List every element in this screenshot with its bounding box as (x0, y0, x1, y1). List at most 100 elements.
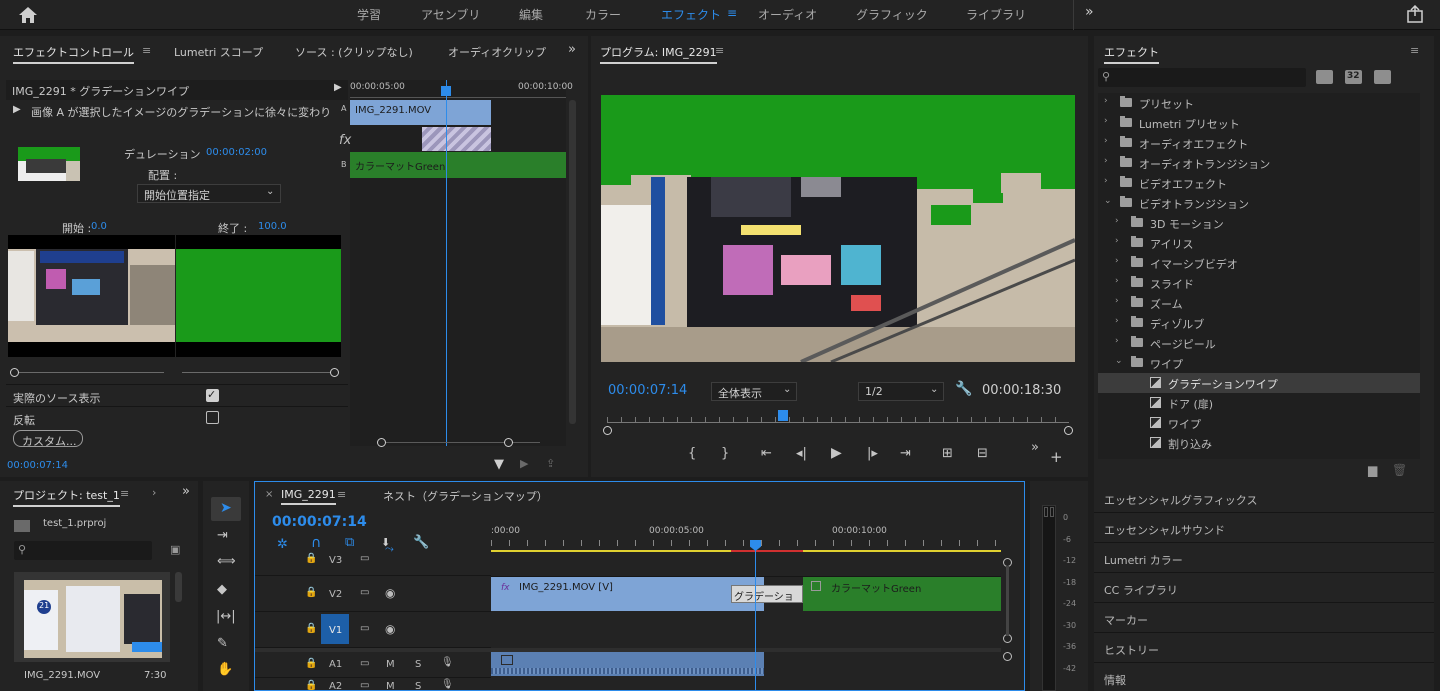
reverse-checkbox[interactable] (206, 411, 219, 424)
sync-lock-icon[interactable]: ▭ (360, 658, 369, 669)
effects-tree-item[interactable]: グラデーションワイプ (1098, 373, 1420, 393)
mute-button[interactable]: M (386, 681, 395, 691)
tab-learn[interactable]: 学習 (357, 6, 381, 23)
go-to-in-icon[interactable]: ⇤ (761, 446, 772, 461)
chevron-right-icon[interactable]: › (152, 486, 156, 499)
home-icon[interactable] (18, 6, 38, 24)
more-controls-icon[interactable]: » (1031, 440, 1039, 455)
effects-tree-item[interactable]: 割り込み (1098, 433, 1420, 453)
chevron-right-icon[interactable]: › (1115, 336, 1119, 346)
chevron-right-icon[interactable]: › (1115, 216, 1119, 226)
collapsed-panel-header[interactable]: Lumetri カラー (1094, 543, 1434, 573)
program-title[interactable]: プログラム: IMG_2291 (600, 44, 717, 64)
mark-out-icon[interactable]: } (721, 446, 729, 461)
collapsed-panel-header[interactable]: エッセンシャルグラフィックス (1094, 483, 1434, 513)
mute-button[interactable]: M (386, 659, 395, 670)
tab-libraries[interactable]: ライブラリ (966, 6, 1026, 23)
lock-icon[interactable]: 🔒 (305, 658, 317, 669)
effects-tree-item[interactable]: › オーディオトランジション (1098, 153, 1420, 173)
chevron-right-icon[interactable]: › (1104, 176, 1108, 186)
effects-tree-item[interactable]: › ビデオエフェクト (1098, 173, 1420, 193)
lock-icon[interactable]: 🔒 (305, 587, 317, 598)
close-icon[interactable]: × (265, 489, 273, 500)
selection-tool[interactable]: ➤ (211, 497, 241, 521)
collapsed-panel-header[interactable]: マーカー (1094, 603, 1434, 633)
tab-audio-clip[interactable]: オーディオクリップ (448, 44, 546, 60)
tab-lumetri-scopes[interactable]: Lumetri スコープ (174, 44, 263, 60)
effects-tree-item[interactable]: ⌄ ビデオトランジション (1098, 193, 1420, 213)
sync-lock-icon[interactable]: ▭ (360, 587, 369, 598)
play-icon[interactable]: ▶ (831, 445, 842, 461)
timeline-tab-nested[interactable]: ネスト（グラデーションマップ） (383, 488, 548, 504)
clip-color-matte[interactable]: カラーマットGreen (803, 577, 1001, 611)
collapsed-panel-header[interactable]: エッセンシャルサウンド (1094, 513, 1434, 543)
more-panels-icon[interactable]: » (568, 42, 576, 57)
effects-tree-item[interactable]: › 3D モーション (1098, 213, 1420, 233)
settings-wrench-icon[interactable]: 🔧 (955, 381, 972, 397)
timeline-tab[interactable]: IMG_2291 (281, 488, 336, 505)
play-audio-icon[interactable]: ▶ (520, 457, 528, 470)
tab-color[interactable]: カラー (585, 6, 621, 23)
chevron-right-icon[interactable]: › (1104, 136, 1108, 146)
mini-zoom-right-handle[interactable] (504, 438, 513, 447)
lock-icon[interactable]: 🔒 (305, 680, 317, 691)
chevron-right-icon[interactable]: › (1115, 316, 1119, 326)
zoom-left-handle[interactable] (603, 426, 612, 435)
effects-tree-item[interactable]: › Lumetri プリセット (1098, 113, 1420, 133)
effects-tree-item[interactable]: › オーディオエフェクト (1098, 133, 1420, 153)
effects-tree-item[interactable]: › ズーム (1098, 293, 1420, 313)
sync-lock-icon[interactable]: ▭ (360, 553, 369, 564)
scroll-handle[interactable] (1003, 652, 1012, 661)
lock-icon[interactable]: 🔒 (305, 553, 317, 564)
delete-icon[interactable]: 🗑 (1392, 463, 1407, 477)
scrollbar[interactable] (1006, 566, 1009, 636)
chevron-right-icon[interactable]: › (1115, 296, 1119, 306)
chevron-right-icon[interactable]: › (1115, 236, 1119, 246)
panel-menu-icon[interactable]: ≡ (1410, 44, 1419, 57)
chevron-right-icon[interactable]: › (1104, 96, 1108, 106)
eye-icon[interactable]: ◉ (385, 586, 395, 600)
chevron-right-icon[interactable]: › (1104, 116, 1108, 126)
share-icon[interactable] (1406, 5, 1424, 23)
chevron-right-icon[interactable]: › (1115, 276, 1119, 286)
tab-effects[interactable]: エフェクト (661, 6, 721, 23)
tab-source[interactable]: ソース : (クリップなし) (295, 44, 413, 60)
more-panels-icon[interactable]: » (182, 484, 190, 499)
timeline-playhead[interactable] (755, 540, 756, 691)
ripple-edit-icon[interactable]: ⟺ (217, 554, 236, 569)
sync-lock-icon[interactable]: ▭ (360, 680, 369, 691)
chevron-down-icon[interactable]: ⌄ (1115, 356, 1123, 366)
solo-button[interactable]: S (415, 681, 421, 691)
effects-title[interactable]: エフェクト (1104, 44, 1159, 64)
effects-tree-item[interactable]: ドア (扉) (1098, 393, 1420, 413)
filter-icon[interactable]: ▼ (494, 457, 504, 472)
mini-playhead-handle[interactable] (441, 86, 451, 96)
scrollbar[interactable] (569, 100, 576, 424)
hand-icon[interactable]: ✋ (217, 662, 233, 677)
workspace-menu-icon[interactable]: ≡ (727, 6, 737, 20)
sync-lock-icon[interactable]: ▭ (360, 623, 369, 634)
32bit-effects-icon[interactable]: 32 (1345, 70, 1362, 84)
transition-gradient-wipe[interactable]: グラデーショ (731, 585, 803, 603)
duration-value[interactable]: 00:00:02:00 (206, 147, 267, 158)
tab-assembly[interactable]: アセンブリ (421, 6, 480, 23)
lock-icon[interactable]: 🔒 (305, 623, 317, 634)
timeline-timecode[interactable]: 00:00:07:14 (272, 514, 367, 530)
chevron-down-icon[interactable]: ⌄ (1104, 196, 1112, 206)
program-timecode[interactable]: 00:00:07:14 (608, 383, 687, 398)
mini-transition[interactable] (422, 127, 491, 151)
eye-icon[interactable]: ◉ (385, 622, 395, 636)
track-select-icon[interactable]: ⇥ (217, 528, 228, 543)
end-value[interactable]: 100.0 (258, 221, 287, 232)
start-value[interactable]: 0.0 (91, 221, 107, 232)
step-forward-icon[interactable]: |▸ (867, 446, 878, 461)
panel-menu-icon[interactable]: ≡ (337, 488, 346, 501)
tab-effect-controls[interactable]: エフェクトコントロール (13, 44, 134, 64)
clip-img-2291-audio[interactable] (491, 652, 764, 676)
panel-menu-icon[interactable]: ≡ (715, 44, 724, 57)
play-preview-icon[interactable]: ▶ (13, 104, 21, 115)
zoom-right-handle[interactable] (1064, 426, 1073, 435)
export-icon[interactable]: ⇪ (546, 457, 555, 470)
effects-tree-item[interactable]: ⌄ ワイプ (1098, 353, 1420, 373)
tab-graphics[interactable]: グラフィック (856, 6, 928, 23)
